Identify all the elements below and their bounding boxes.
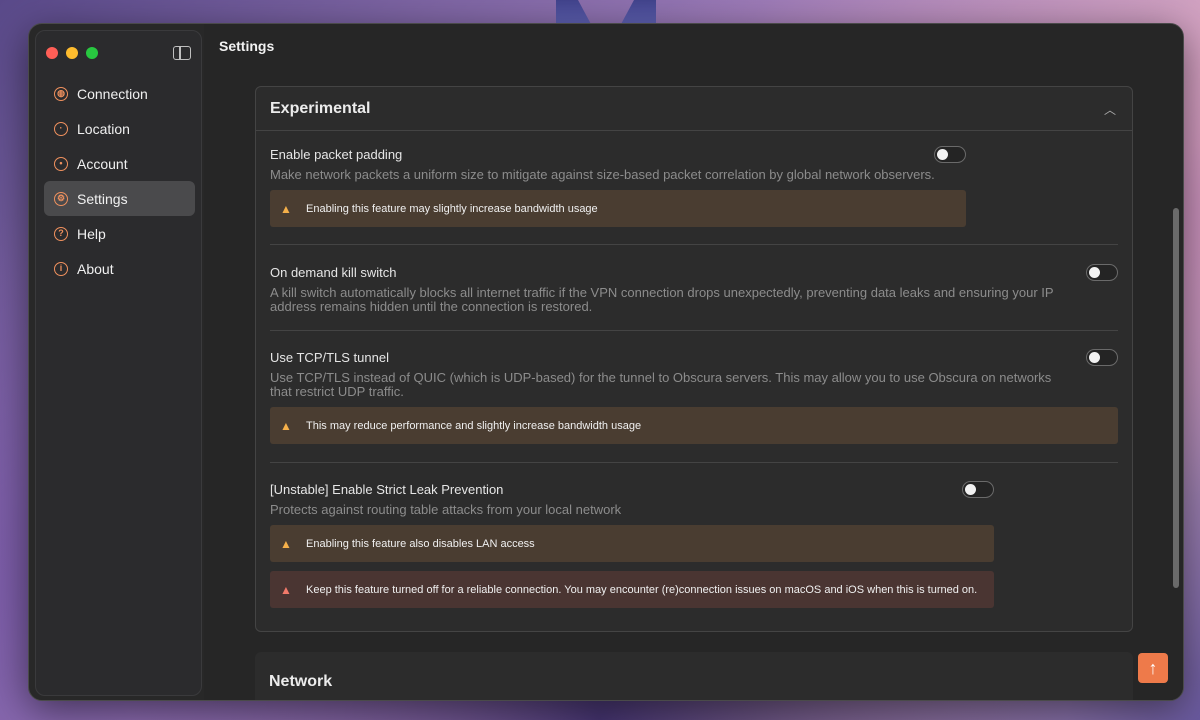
- sidebar-item-about[interactable]: i About: [44, 251, 195, 286]
- sidebar-item-label: Location: [77, 120, 130, 137]
- section-title: Network: [269, 673, 333, 690]
- warning-text: This may reduce performance and slightly…: [306, 419, 642, 432]
- settings-content: Experimental ︿ Enable packet padding Mak…: [204, 68, 1183, 700]
- warning-banner: ▲ Enabling this feature may slightly inc…: [270, 190, 966, 227]
- sidebar-item-label: Connection: [77, 85, 148, 102]
- scrollbar[interactable]: [1173, 208, 1179, 588]
- arrow-up-icon: ↑: [1148, 657, 1158, 678]
- user-icon: •: [54, 156, 68, 171]
- setting-title: Enable packet padding: [270, 147, 403, 162]
- sidebar-item-location[interactable]: · Location: [44, 111, 195, 146]
- sidebar-item-account[interactable]: • Account: [44, 146, 195, 181]
- setting-description: Make network packets a uniform size to m…: [270, 167, 935, 182]
- sidebar-item-settings[interactable]: ⚙ Settings: [44, 181, 195, 216]
- setting-packet-padding: Enable packet padding Make network packe…: [270, 147, 1118, 182]
- setting-description: A kill switch automatically blocks all i…: [270, 285, 1054, 314]
- minimize-window-button[interactable]: [66, 47, 78, 59]
- sidebar-item-label: Account: [77, 155, 128, 172]
- sidebar-toggle-icon[interactable]: [173, 46, 191, 60]
- sidebar-item-help[interactable]: ? Help: [44, 216, 195, 251]
- warning-banner: ▲ Enabling this feature also disables LA…: [270, 525, 994, 562]
- zoom-window-button[interactable]: [86, 47, 98, 59]
- sidebar-item-connection[interactable]: ◍ Connection: [44, 76, 195, 111]
- sidebar-nav: ◍ Connection · Location • Account ⚙ Sett…: [44, 76, 195, 286]
- network-section: Network: [255, 652, 1133, 700]
- pin-icon: ·: [54, 121, 68, 136]
- strict-leak-prevention-toggle[interactable]: [962, 481, 994, 498]
- divider: [270, 244, 1118, 245]
- setting-title: On demand kill switch: [270, 265, 397, 280]
- divider: [270, 462, 1118, 463]
- warning-text: Enabling this feature also disables LAN …: [306, 537, 535, 550]
- sidebar: ◍ Connection · Location • Account ⚙ Sett…: [35, 30, 202, 696]
- danger-banner: ▲ Keep this feature turned off for a rel…: [270, 571, 994, 608]
- app-window: ◍ Connection · Location • Account ⚙ Sett…: [28, 23, 1184, 701]
- setting-description: Use TCP/TLS instead of QUIC (which is UD…: [270, 370, 1052, 399]
- sidebar-item-label: Help: [77, 225, 106, 242]
- experimental-section: Experimental ︿ Enable packet padding Mak…: [255, 86, 1133, 632]
- tcp-tls-toggle[interactable]: [1086, 349, 1118, 366]
- sidebar-item-label: Settings: [77, 190, 128, 207]
- question-icon: ?: [54, 226, 68, 241]
- sidebar-item-label: About: [77, 260, 114, 277]
- gear-icon: ⚙: [54, 191, 68, 206]
- setting-tcp-tls-tunnel: Use TCP/TLS tunnel Use TCP/TLS instead o…: [270, 350, 1118, 399]
- setting-title: Use TCP/TLS tunnel: [270, 350, 389, 365]
- info-icon: i: [54, 261, 68, 276]
- kill-switch-toggle[interactable]: [1086, 264, 1118, 281]
- chevron-up-icon[interactable]: ︿: [1104, 101, 1116, 118]
- packet-padding-toggle[interactable]: [934, 146, 966, 163]
- warning-icon: ▲: [280, 582, 292, 597]
- setting-kill-switch: On demand kill switch A kill switch auto…: [270, 265, 1118, 314]
- titlebar: Settings: [204, 24, 1183, 68]
- warning-icon: ▲: [280, 201, 292, 216]
- page-title: Settings: [219, 38, 275, 54]
- globe-icon: ◍: [54, 86, 68, 101]
- section-title: Experimental: [270, 100, 371, 117]
- warning-banner: ▲ This may reduce performance and slight…: [270, 407, 1118, 444]
- close-window-button[interactable]: [46, 47, 58, 59]
- warning-icon: ▲: [280, 536, 292, 551]
- experimental-header[interactable]: Experimental ︿: [256, 87, 1132, 131]
- warning-text: Keep this feature turned off for a relia…: [306, 583, 978, 596]
- warning-text: Enabling this feature may slightly incre…: [306, 202, 598, 215]
- warning-icon: ▲: [280, 418, 292, 433]
- setting-description: Protects against routing table attacks f…: [270, 502, 622, 517]
- scroll-to-top-button[interactable]: ↑: [1138, 653, 1168, 683]
- divider: [270, 330, 1118, 331]
